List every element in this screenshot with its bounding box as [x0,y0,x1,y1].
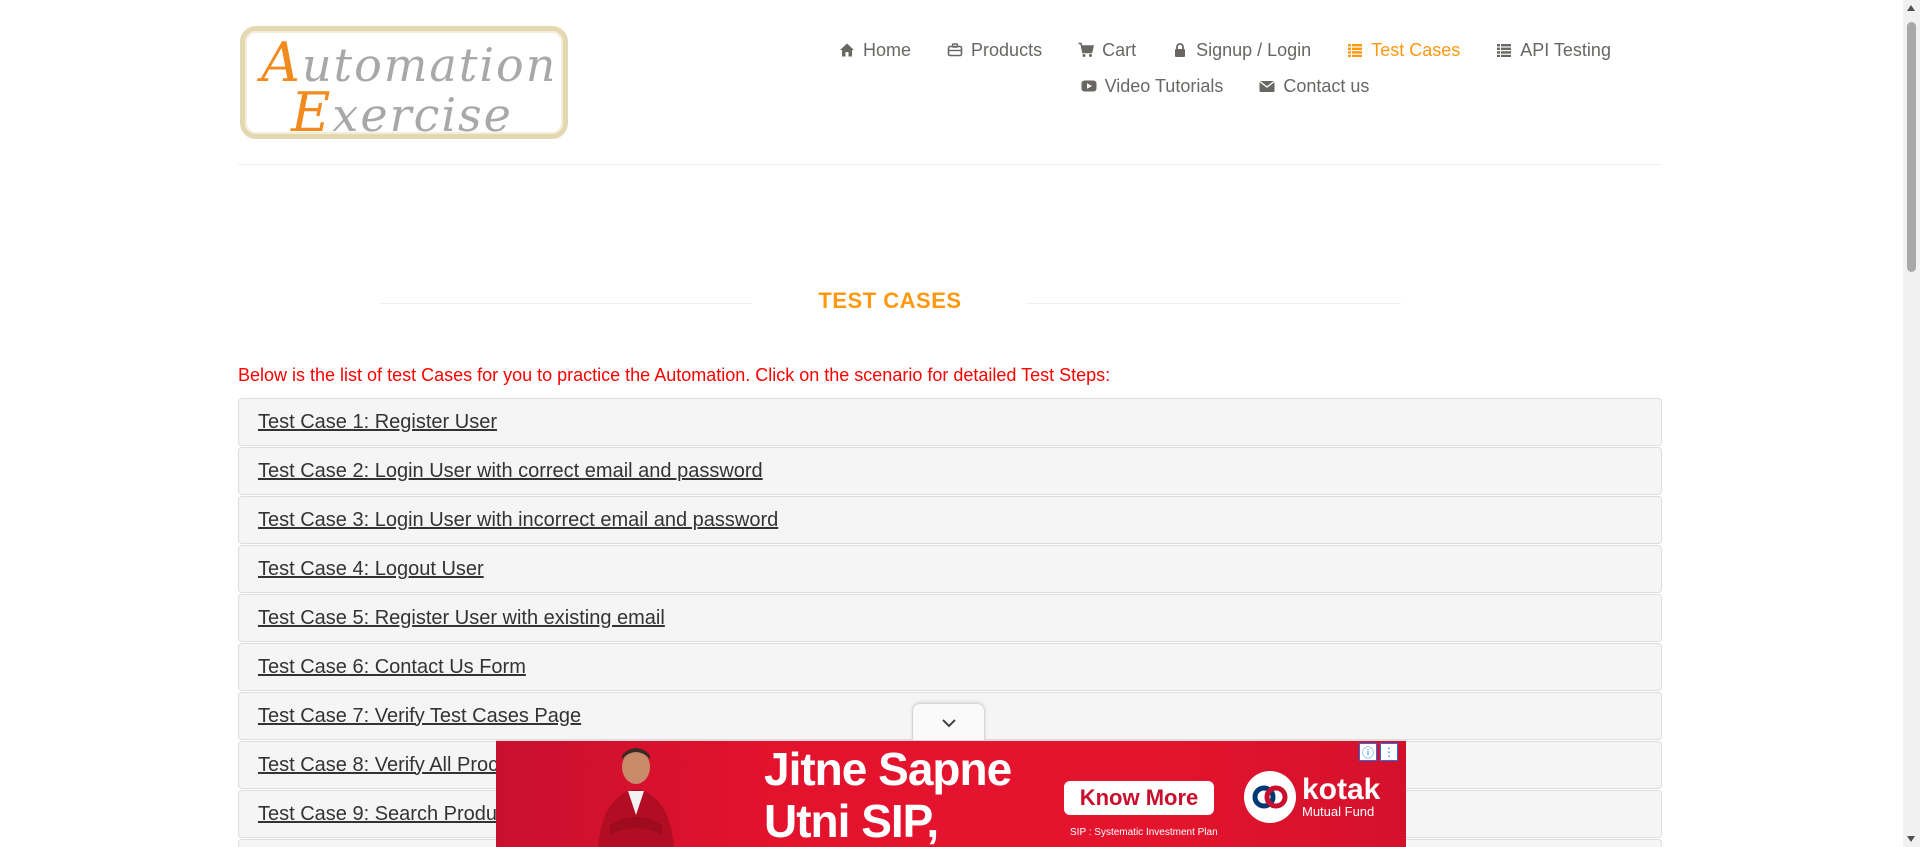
main-nav: Home Products Cart Signup / Login Test C… [700,36,1750,100]
nav-test-cases-label: Test Cases [1371,39,1461,60]
youtube-icon [1081,80,1097,92]
ad-brand-sub: Mutual Fund [1302,803,1375,819]
page-scrollbar[interactable] [1903,0,1920,847]
ad-collapse-button[interactable] [912,703,985,741]
nav-products-label: Products [971,39,1043,60]
nav-row-2: Video Tutorials Contact us [700,72,1750,100]
logo-line-2: Exercise [291,86,513,142]
nav-home[interactable]: Home [821,36,929,64]
test-case-link-4[interactable]: Test Case 4: Logout User [258,558,484,581]
briefcase-icon [947,43,963,57]
title-rule-right [1026,303,1401,304]
nav-cart[interactable]: Cart [1060,36,1154,64]
ad-menu-icon[interactable]: ⋮ [1380,743,1398,761]
test-case-link-7[interactable]: Test Case 7: Verify Test Cases Page [258,705,581,728]
nav-api-testing-label: API Testing [1520,39,1611,60]
home-icon [840,43,855,57]
nav-signup-login[interactable]: Signup / Login [1154,36,1329,64]
nav-contact-us-label: Contact us [1283,75,1370,96]
intro-text: Below is the list of test Cases for you … [238,365,1111,385]
test-case-row: Test Case 5: Register User with existing… [238,594,1662,642]
list-icon [1348,44,1363,57]
ad-brand-text: kotak Mutual Fund [1302,772,1381,819]
ad-choices: ⓘ ⋮ [1359,743,1398,761]
page-title: TEST CASES [818,288,962,313]
test-case-link-1[interactable]: Test Case 1: Register User [258,411,497,434]
test-case-link-2[interactable]: Test Case 2: Login User with correct ema… [258,460,763,483]
nav-test-cases[interactable]: Test Cases [1329,36,1478,64]
title-rule-left [380,303,752,304]
list-icon [1497,44,1512,57]
ad-disclaimer: SIP : Systematic Investment Plan [1070,827,1218,838]
nav-contact-us[interactable]: Contact us [1241,72,1387,100]
scroll-down-arrow-icon[interactable] [1907,836,1915,842]
test-case-row: Test Case 6: Contact Us Form [238,643,1662,691]
logo-cap-e: E [291,81,333,144]
ad-person-image [598,748,674,847]
ad-info-icon[interactable]: ⓘ [1359,743,1377,761]
test-case-link-8[interactable]: Test Case 8: Verify All Proc [258,754,498,777]
lock-icon [1175,43,1186,57]
nav-video-tutorials[interactable]: Video Tutorials [1063,72,1242,100]
envelope-icon [1259,80,1275,92]
scrollbar-thumb[interactable] [1907,22,1916,272]
ad-headline-line-1: Jitne Sapne [764,743,1012,795]
nav-row-1: Home Products Cart Signup / Login Test C… [700,36,1750,64]
sticky-ad-banner[interactable]: Jitne Sapne Utni SIP, Know More SIP : Sy… [496,740,1406,847]
test-case-link-3[interactable]: Test Case 3: Login User with incorrect e… [258,509,778,532]
test-case-row: Test Case 3: Login User with incorrect e… [238,496,1662,544]
test-case-link-6[interactable]: Test Case 6: Contact Us Form [258,656,526,679]
ad-headline-line-2: Utni SIP, [764,795,939,847]
header-divider [238,164,1662,165]
test-case-row: Test Case 2: Login User with correct ema… [238,447,1662,495]
test-case-link-5[interactable]: Test Case 5: Register User with existing… [258,607,665,630]
test-case-row: Test Case 1: Register User [238,398,1662,446]
ad-brand: kotak Mutual Fund [1244,771,1380,823]
page: Automation Exercise Home Products Cart S… [0,0,1903,847]
site-logo[interactable]: Automation Exercise [240,26,568,142]
nav-cart-label: Cart [1102,39,1137,60]
scroll-up-arrow-icon[interactable] [1907,5,1915,11]
test-case-link-9[interactable]: Test Case 9: Search Produ [258,803,497,826]
chevron-down-icon [941,718,956,727]
logo-text-2: xercise [332,88,513,142]
nav-signup-login-label: Signup / Login [1196,39,1312,60]
nav-api-testing[interactable]: API Testing [1478,36,1629,64]
test-case-row: Test Case 4: Logout User [238,545,1662,593]
ad-know-more-button[interactable]: Know More [1064,781,1214,815]
nav-video-tutorials-label: Video Tutorials [1104,75,1224,96]
logo-text-1: utomation [302,38,558,92]
ad-headline: Jitne Sapne Utni SIP, [764,743,1012,847]
nav-products[interactable]: Products [929,36,1060,64]
nav-home-label: Home [863,39,912,60]
kotak-logo-icon [1244,771,1296,823]
cart-icon [1078,42,1095,57]
ad-brand-name: kotak [1302,772,1381,806]
